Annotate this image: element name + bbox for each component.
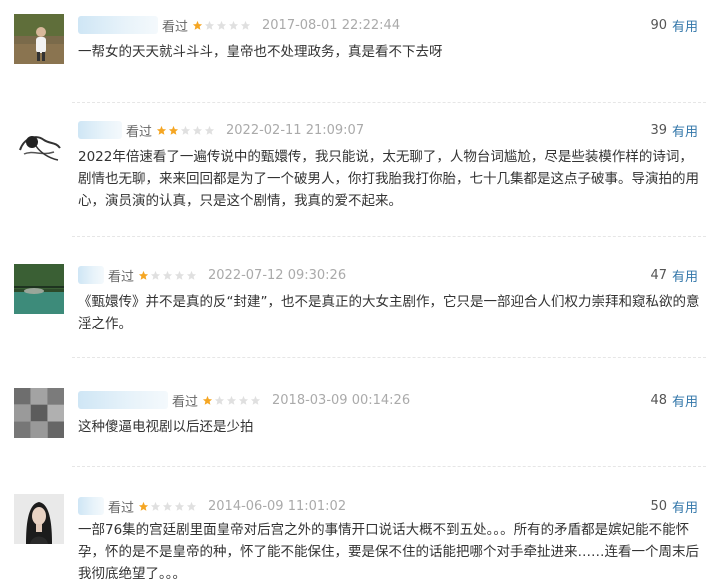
watched-label: 看过 xyxy=(126,124,153,140)
vote-count: 48 xyxy=(650,392,667,408)
comment-meta: 看过 2022-02-11 21:09:07 xyxy=(78,120,364,140)
vote-area: 50 有用 xyxy=(650,496,698,516)
comment-meta: 看过 2017-08-01 22:22:44 xyxy=(78,15,400,35)
vote-count: 50 xyxy=(650,498,667,514)
rating-stars xyxy=(192,20,252,31)
comment-text: 2022年倍速看了一遍传说中的甄嬛传，我只能说，太无聊了，人物台词尴尬，尽是些装… xyxy=(78,149,699,209)
star-empty-icon xyxy=(250,395,261,405)
username-blurred[interactable] xyxy=(78,121,122,139)
star-empty-icon xyxy=(186,501,197,511)
watched-label: 看过 xyxy=(108,500,135,516)
username-blurred[interactable] xyxy=(78,16,158,34)
username-blurred[interactable] xyxy=(78,266,104,284)
comment-text: 一帮女的天天就斗斗斗，皇帝也不处理政务，真是看不下去呀 xyxy=(78,44,443,60)
star-empty-icon xyxy=(240,20,251,30)
star-filled-icon xyxy=(192,20,203,30)
comment-meta: 看过 2022-07-12 09:30:26 xyxy=(78,265,346,285)
star-empty-icon xyxy=(150,270,161,280)
star-filled-icon xyxy=(138,501,149,511)
star-empty-icon xyxy=(216,20,227,30)
user-avatar[interactable] xyxy=(14,120,64,170)
vote-area: 90 有用 xyxy=(650,15,698,35)
username-blurred[interactable] xyxy=(78,497,104,515)
comment-date: 2022-02-11 21:09:07 xyxy=(226,122,365,138)
user-avatar[interactable] xyxy=(14,264,64,314)
useful-button[interactable]: 有用 xyxy=(672,497,698,516)
user-avatar[interactable] xyxy=(14,14,64,64)
comment-date: 2018-03-09 00:14:26 xyxy=(272,392,411,408)
star-empty-icon xyxy=(162,270,173,280)
comment-date: 2014-06-09 11:01:02 xyxy=(208,498,347,514)
comment-text: 《甄嬛传》并不是真的反“封建”，也不是真正的大女主剧作，它只是一部迎合人们权力崇… xyxy=(78,294,700,332)
star-empty-icon xyxy=(192,125,203,135)
vote-area: 48 有用 xyxy=(650,390,698,410)
star-empty-icon xyxy=(238,395,249,405)
star-empty-icon xyxy=(174,501,185,511)
star-filled-icon xyxy=(202,395,213,405)
comment-date: 2022-07-12 09:30:26 xyxy=(208,267,347,283)
username-blurred[interactable] xyxy=(78,391,168,409)
user-avatar[interactable] xyxy=(14,388,64,438)
star-empty-icon xyxy=(162,501,173,511)
comment-meta: 看过 2014-06-09 11:01:02 xyxy=(78,496,346,516)
divider xyxy=(72,466,706,467)
vote-count: 39 xyxy=(650,122,667,138)
star-empty-icon xyxy=(228,20,239,30)
useful-button[interactable]: 有用 xyxy=(672,391,698,410)
star-empty-icon xyxy=(174,270,185,280)
star-empty-icon xyxy=(204,20,215,30)
divider xyxy=(72,236,706,237)
divider xyxy=(72,102,706,103)
star-empty-icon xyxy=(226,395,237,405)
useful-button[interactable]: 有用 xyxy=(672,266,698,285)
useful-button[interactable]: 有用 xyxy=(672,16,698,35)
star-empty-icon xyxy=(186,270,197,280)
comment-text: 这种傻逼电视剧以后还是少拍 xyxy=(78,419,254,435)
watched-label: 看过 xyxy=(172,394,199,410)
star-filled-icon xyxy=(138,270,149,280)
star-empty-icon xyxy=(150,501,161,511)
watched-label: 看过 xyxy=(162,19,189,35)
star-empty-icon xyxy=(204,125,215,135)
comment-date: 2017-08-01 22:22:44 xyxy=(262,17,401,33)
comment-text: 一部76集的宫廷剧里面皇帝对后宫之外的事情开口说话大概不到五处。。。所有的矛盾都… xyxy=(78,522,699,582)
rating-stars xyxy=(156,125,216,136)
rating-stars xyxy=(138,270,198,281)
watched-label: 看过 xyxy=(108,269,135,285)
rating-stars xyxy=(138,501,198,512)
rating-stars xyxy=(202,395,262,406)
vote-count: 47 xyxy=(650,267,667,283)
star-empty-icon xyxy=(180,125,191,135)
star-empty-icon xyxy=(214,395,225,405)
star-filled-icon xyxy=(156,125,167,135)
vote-count: 90 xyxy=(650,17,667,33)
user-avatar[interactable] xyxy=(14,494,64,544)
vote-area: 47 有用 xyxy=(650,265,698,285)
star-filled-icon xyxy=(168,125,179,135)
divider xyxy=(72,357,706,358)
useful-button[interactable]: 有用 xyxy=(672,121,698,140)
comment-meta: 看过 2018-03-09 00:14:26 xyxy=(78,390,410,410)
vote-area: 39 有用 xyxy=(650,120,698,140)
